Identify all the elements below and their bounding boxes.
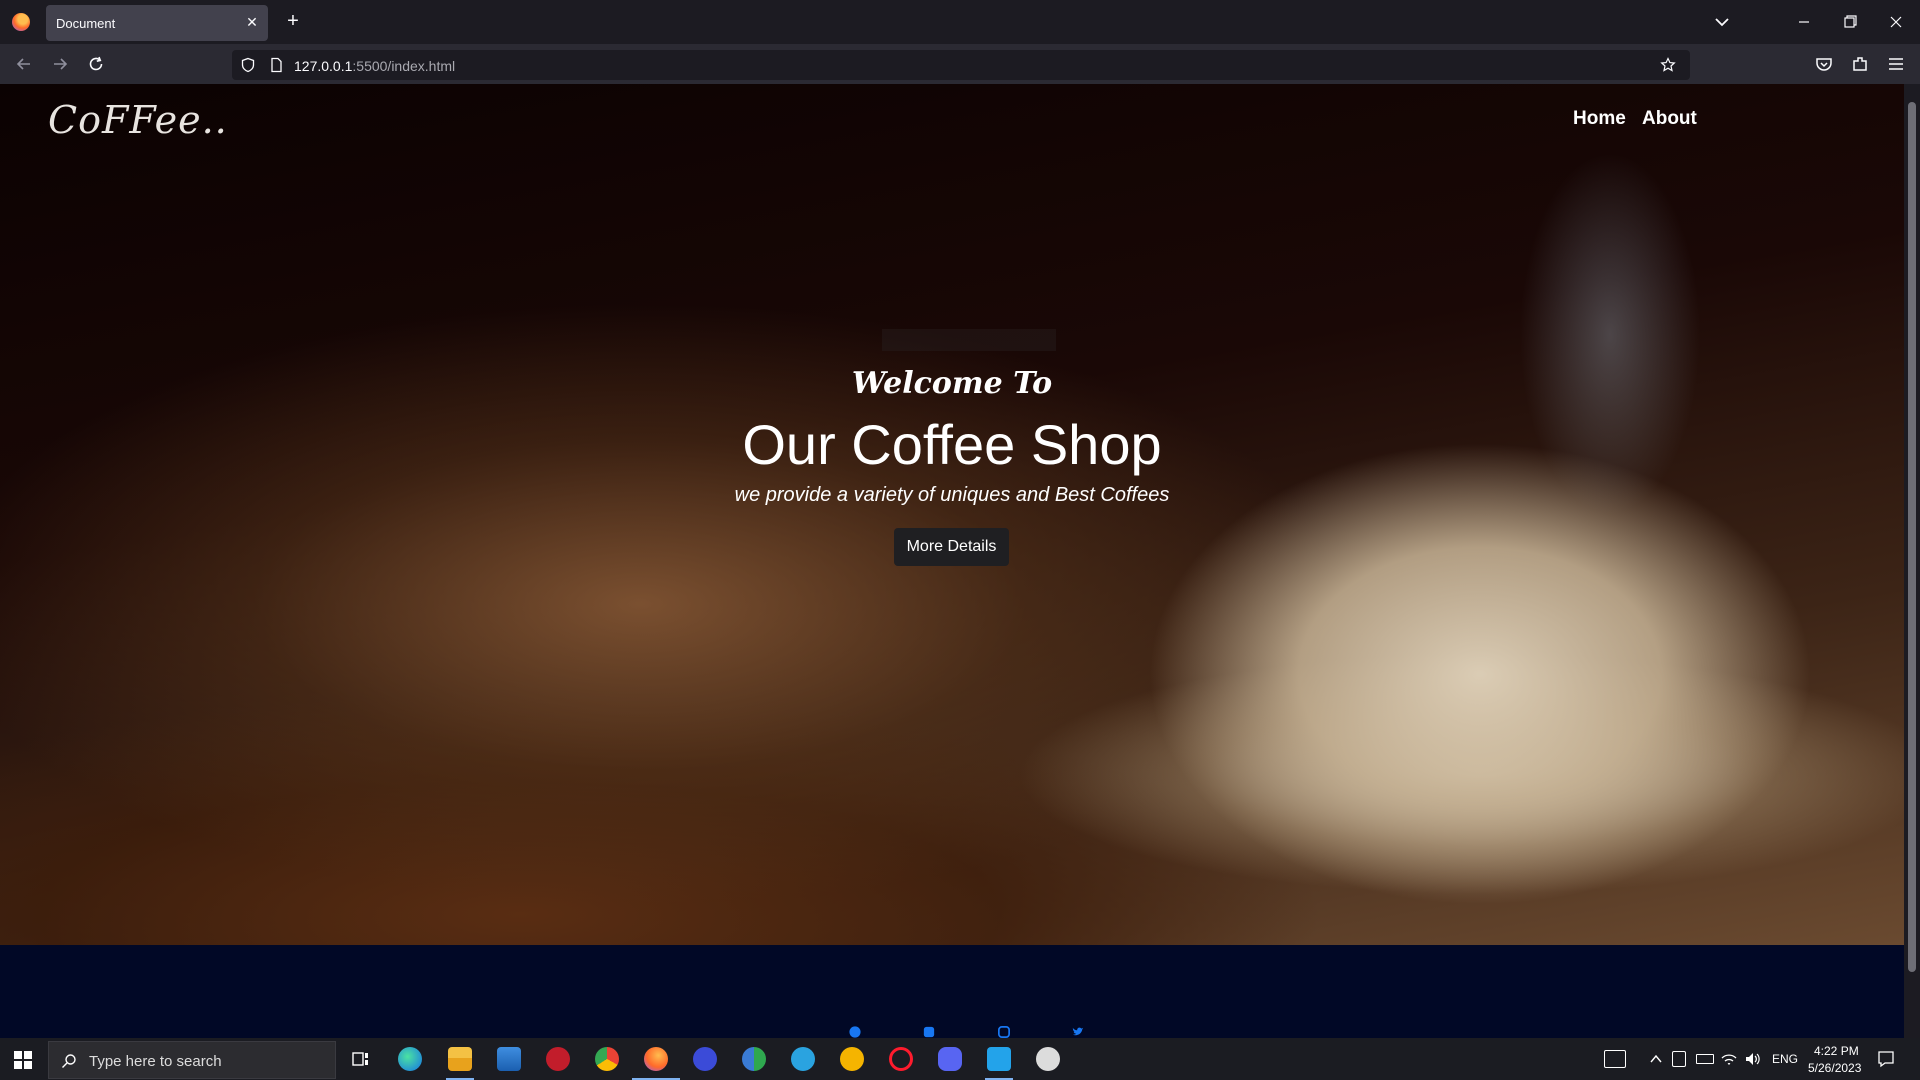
instagram-icon[interactable] — [997, 1026, 1011, 1038]
url-host: 127.0.0.1 — [294, 58, 353, 74]
windows-taskbar: Type here to search ENG 4:22 PM 5/26/202… — [0, 1038, 1920, 1080]
site-logo[interactable]: CoFFee.. — [48, 98, 228, 142]
page-icon — [271, 57, 282, 73]
restore-button[interactable] — [1828, 8, 1872, 36]
url-text: 127.0.0.1:5500/index.html — [294, 58, 455, 74]
battery-icon[interactable] — [1696, 1054, 1714, 1064]
page-scrollbar[interactable] — [1904, 84, 1920, 1038]
nav-link-home[interactable]: Home — [1573, 108, 1626, 130]
minimize-button[interactable] — [1782, 8, 1826, 36]
keyboard-icon[interactable] — [1604, 1050, 1626, 1068]
page-viewport: CoFFee.. Home About Welcome To Our Coffe… — [0, 84, 1904, 1038]
close-window-button[interactable] — [1874, 8, 1918, 36]
browser-toolbar: 127.0.0.1:5500/index.html — [0, 44, 1920, 84]
hero-section: CoFFee.. Home About Welcome To Our Coffe… — [0, 84, 1904, 945]
shield-icon[interactable] — [240, 57, 256, 73]
chevron-down-icon[interactable] — [1712, 12, 1732, 32]
faded-banner — [882, 329, 1056, 351]
hero-tagline: we provide a variety of uniques and Best… — [734, 484, 1170, 506]
app-icon-openai[interactable] — [1036, 1047, 1060, 1071]
scrollbar-thumb[interactable] — [1908, 102, 1916, 972]
reload-icon[interactable] — [86, 54, 106, 74]
discord-icon[interactable] — [938, 1047, 962, 1071]
app-icon-globe[interactable] — [742, 1047, 766, 1071]
browser-tab-bar: Document ✕ + — [0, 0, 1920, 44]
volume-icon[interactable] — [1744, 1050, 1762, 1068]
edge-icon[interactable] — [398, 1047, 422, 1071]
security-app-icon[interactable] — [546, 1047, 570, 1071]
url-path: :5500/index.html — [352, 58, 456, 74]
task-view-icon[interactable] — [348, 1047, 372, 1071]
firefox-taskbar-icon[interactable] — [644, 1047, 668, 1071]
vscode-icon[interactable] — [987, 1047, 1011, 1071]
mail-icon[interactable] — [497, 1047, 521, 1071]
chrome-icon[interactable] — [595, 1047, 619, 1071]
clock-time[interactable]: 4:22 PM — [1814, 1044, 1859, 1058]
skype-icon[interactable] — [922, 1026, 936, 1038]
bookmark-star-icon[interactable] — [1660, 57, 1676, 73]
facebook-icon[interactable] — [848, 1026, 862, 1038]
app-icon-yellow[interactable] — [840, 1047, 864, 1071]
file-explorer-icon[interactable] — [448, 1047, 472, 1071]
telegram-icon[interactable] — [791, 1047, 815, 1071]
clock-date[interactable]: 5/26/2023 — [1808, 1061, 1861, 1075]
opera-icon[interactable] — [889, 1047, 913, 1071]
firefox-icon — [12, 13, 30, 31]
language-indicator[interactable]: ENG — [1772, 1052, 1798, 1066]
close-icon[interactable]: ✕ — [244, 14, 260, 30]
nav-link-about[interactable]: About — [1642, 108, 1697, 130]
extensions-icon[interactable] — [1850, 54, 1870, 74]
notification-icon[interactable] — [1876, 1049, 1896, 1069]
tab-title: Document — [56, 16, 116, 31]
taskbar-search-input[interactable]: Type here to search — [48, 1041, 336, 1079]
device-icon[interactable] — [1672, 1051, 1686, 1067]
windows-start-icon[interactable] — [14, 1051, 32, 1069]
chevron-up-icon[interactable] — [1648, 1051, 1664, 1067]
back-icon[interactable] — [14, 54, 34, 74]
welcome-heading: Welcome To — [851, 366, 1053, 401]
tab-document[interactable]: Document ✕ — [46, 5, 268, 41]
page-title: Our Coffee Shop — [742, 413, 1162, 476]
search-icon — [62, 1054, 76, 1068]
new-tab-button[interactable]: + — [281, 10, 305, 34]
menu-icon[interactable] — [1886, 54, 1906, 74]
search-placeholder: Type here to search — [89, 1053, 222, 1070]
app-icon-blue[interactable] — [693, 1047, 717, 1071]
url-bar[interactable]: 127.0.0.1:5500/index.html — [232, 50, 1690, 80]
wifi-icon[interactable] — [1720, 1050, 1738, 1068]
forward-icon[interactable] — [50, 54, 70, 74]
pocket-icon[interactable] — [1814, 54, 1834, 74]
more-details-button[interactable]: More Details — [894, 528, 1009, 566]
twitter-icon[interactable] — [1071, 1026, 1085, 1038]
footer-section — [0, 945, 1904, 1038]
